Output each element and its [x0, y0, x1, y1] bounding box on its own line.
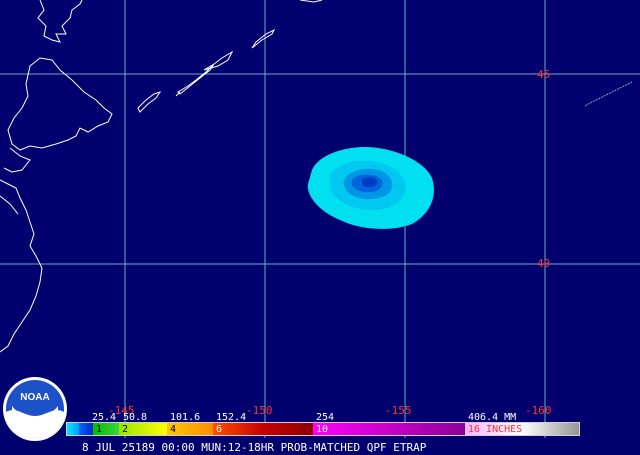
legend-inch-4: 4 — [170, 424, 177, 435]
legend-swatch-light — [67, 423, 79, 435]
legend-swatch-red: 6 — [213, 423, 313, 435]
precip-area — [307, 146, 434, 229]
legend-swatch-orange: 4 — [167, 423, 213, 435]
lat-label-45: 45 — [537, 68, 551, 81]
legend-inch-10: 10 — [316, 424, 329, 435]
legend-inch-16: 16 INCHES — [468, 424, 523, 435]
legend-swatch-white: 16 INCHES — [465, 423, 579, 435]
island-chain — [584, 81, 633, 107]
caption-bar: 8 JUL 25189 00:00 MUN:12-18HR PROB-MATCH… — [0, 439, 640, 455]
lon-label-150: -150 — [246, 404, 273, 417]
lat-label-40: 40 — [537, 257, 551, 270]
lon-label-155: -155 — [385, 404, 412, 417]
legend-swatch-green: 1 — [93, 423, 119, 435]
legend-inch-2: 2 — [122, 424, 129, 435]
caption-text: 8 JUL 25189 00:00 MUN:12-18HR PROB-MATCH… — [82, 441, 427, 454]
coastline — [0, 0, 323, 353]
noaa-logo: NOAA — [3, 377, 67, 441]
legend-swatch-magenta: 10 — [313, 423, 465, 435]
lon-label-160: -160 — [525, 404, 552, 417]
graticule — [0, 0, 640, 438]
legend-swatch-yellow: 2 — [119, 423, 167, 435]
map-panel: 45 40 -145 -150 -155 -160 25.4 50.8 101.… — [0, 0, 640, 455]
legend-swatch-blue — [79, 423, 93, 435]
color-legend: 1 2 4 6 10 16 INCHES — [66, 422, 580, 436]
noaa-logo-text: NOAA — [20, 392, 49, 403]
legend-inch-6: 6 — [216, 424, 223, 435]
legend-inch-1: 1 — [96, 424, 103, 435]
